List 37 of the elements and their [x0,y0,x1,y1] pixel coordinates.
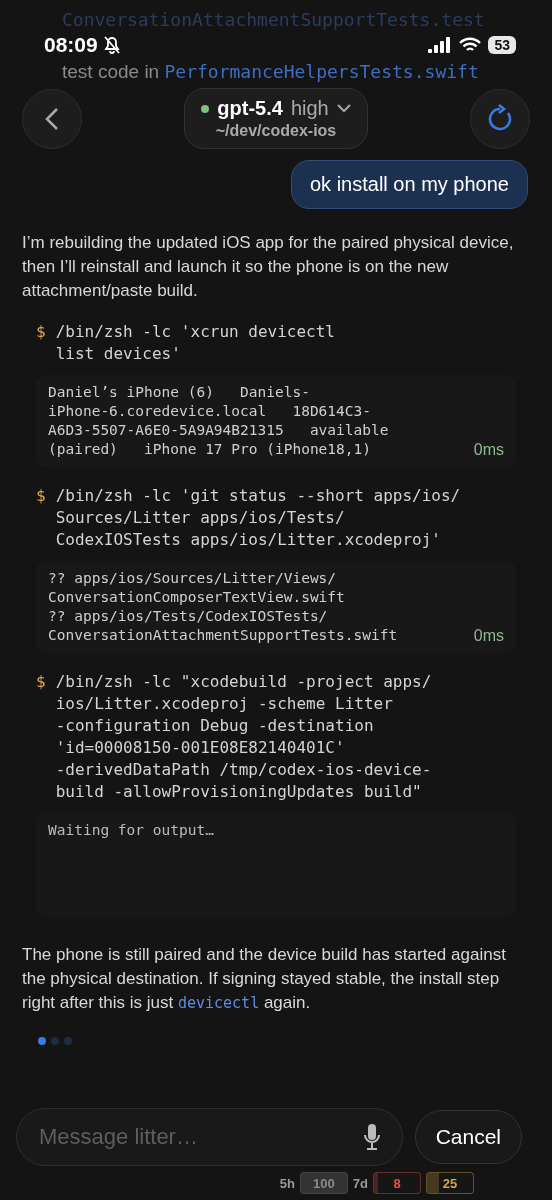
command-text: /bin/zsh -lc 'xcrun devicectl list devices' [55,321,335,365]
message-field[interactable]: Message litter… [16,1108,403,1166]
page-dot[interactable] [64,1037,72,1045]
page-dot[interactable] [38,1037,46,1045]
usage-meter: 100 [299,1172,348,1194]
usage-label: 7d [352,1175,368,1191]
usage-label: 5h [279,1175,295,1191]
prompt-symbol: $ [36,485,46,507]
project-path: ~/dev/codex-ios [215,122,337,140]
output-text: Waiting for output… [48,821,214,840]
prompt-symbol: $ [36,321,46,343]
microphone-icon[interactable] [362,1123,381,1151]
model-selector[interactable]: gpt-5.4 high ~/dev/codex-ios [184,88,368,149]
chevron-down-icon [336,104,351,113]
code-text: ConversationAttachmentSupportTests.test [62,9,485,30]
battery-level: 53 [488,36,516,54]
command-text: /bin/zsh -lc 'git status --short apps/ios/ Sources/Litter apps/ios/Tests/ CodexIOSTests apps/ios/Litter.xcodeproj' [55,485,461,551]
command-text: /bin/zsh -lc "xcodebuild -project apps/ ios/Litter.xcodeproj -scheme Litter -configuration Debug -destination 'id=00008150-001E08E82140401C' -derivedDataPath /tmp/codex-ios-device- build -allowProvisioningUpdates build" [55,671,432,803]
output-text: Daniel’s iPhone (6) Daniels- iPhone-6.coredevice.local 18D614C3- A6D3-5507-A6E0-5A9A94B21315 available (paired) iPhone 17 Pro (iPhone18,1) [48,383,389,459]
wifi-icon [459,37,482,53]
output-text: ?? apps/ios/Sources/Litter/Views/ ConversationComposerTextView.swift ?? apps/ios/Tests/CodexIOSTests/ ConversationAttachmentSupportTests.swift [48,569,398,645]
prompt-symbol: $ [36,671,46,693]
page-dot[interactable] [51,1037,59,1045]
signal-icon [428,37,453,53]
user-message: ok install on my phone [291,160,528,209]
cancel-button[interactable]: Cancel [414,1110,522,1164]
duration-label: 0ms [473,627,504,645]
duration-label: 0ms [473,441,504,459]
status-time: 08:09 [44,33,98,57]
chevron-left-icon [45,106,59,131]
assistant-message: The phone is still paired and the device build has started against the physical destination. If signing stayed stable, the install step right after this is just devicectl again. [22,944,507,1014]
assistant-message: I’m rebuilding the updated iOS app for the paired physical device, then I’ll reinstall and launch it so the phone is on the new attachment/paste build. [22,232,515,302]
usage-meter: 25 [426,1172,474,1194]
usage-meter: 8 [373,1172,421,1194]
effort-level: high [290,97,329,120]
message-text: test code in PerformanceHelpersTests.swift [62,60,480,84]
model-name: gpt-5.4 [217,97,283,120]
